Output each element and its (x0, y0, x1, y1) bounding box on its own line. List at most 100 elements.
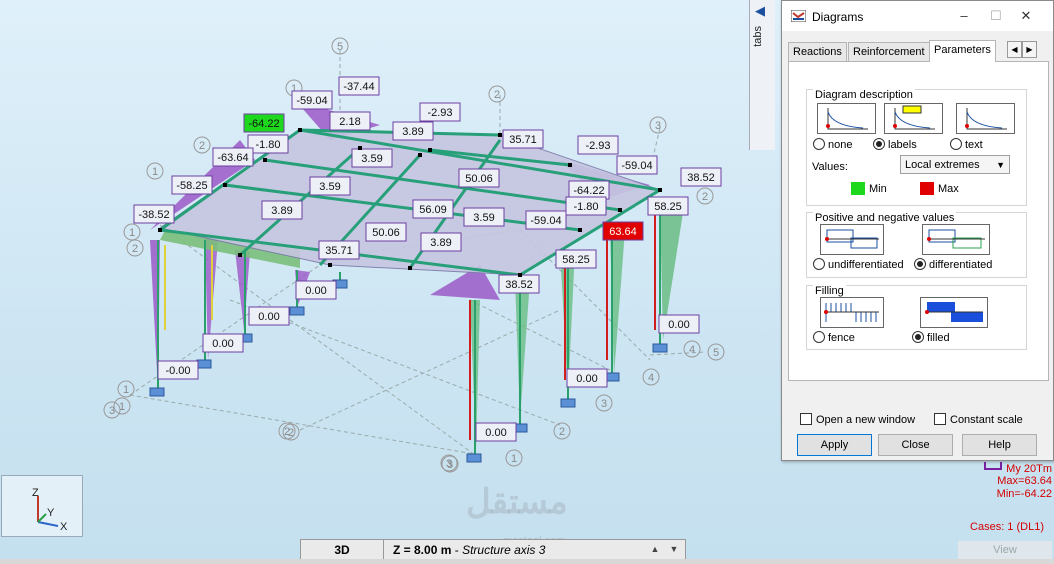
value-label-text: 0.00 (576, 373, 597, 385)
max-label: Max (938, 183, 959, 195)
value-label: 35.71 (318, 240, 360, 260)
diagrams-app-icon (791, 10, 806, 22)
value-label-text: -2.93 (585, 140, 610, 152)
axis-x-label: X (60, 521, 68, 533)
value-label-text: 0.00 (668, 319, 689, 331)
value-label-text: 3.89 (402, 126, 423, 138)
value-label: 3.89 (261, 200, 303, 220)
tab-scroll-right-icon[interactable]: ▶ (1022, 41, 1037, 58)
tab-reinforcement[interactable]: Reinforcement (848, 42, 930, 61)
axis-up-icon[interactable]: ▲ (648, 542, 662, 557)
desc-labels-picture[interactable] (884, 103, 943, 134)
value-label-text: 35.71 (325, 245, 353, 257)
watermark: مستقل (466, 483, 568, 521)
collapse-arrow-icon[interactable]: ◀ (755, 3, 765, 19)
radio-fence[interactable]: fence (813, 331, 855, 344)
filled-picture[interactable] (920, 297, 988, 328)
svg-text:4: 4 (689, 344, 695, 356)
close-window-button[interactable]: ✕ (1011, 5, 1041, 27)
radio-labels[interactable]: labels (873, 138, 917, 151)
grid-axis-marker: 2 (126, 239, 144, 257)
value-label-text: 3.59 (319, 181, 340, 193)
fence-picture[interactable] (820, 297, 884, 328)
value-label: 63.64 (602, 221, 644, 241)
value-label-text: 3.59 (473, 212, 494, 224)
grid-axis-marker: 5 (331, 37, 349, 55)
open-new-window-checkbox[interactable]: Open a new window (800, 413, 915, 426)
value-label: -64.22 (568, 180, 610, 200)
dialog-titlebar[interactable]: Diagrams – ☐ ✕ (782, 1, 1053, 31)
view-button[interactable]: View (958, 541, 1052, 559)
value-label-text: -59.04 (621, 160, 652, 172)
axis-readout: Z = 8.00 m - Structure axis 3 (393, 543, 546, 557)
apply-button[interactable]: Apply (797, 434, 872, 456)
value-label-text: 56.09 (419, 204, 447, 216)
value-label: 38.52 (498, 274, 540, 294)
min-color-swatch[interactable] (851, 182, 865, 195)
axis-z-label: Z (32, 487, 39, 499)
value-label-text: -64.22 (573, 185, 604, 197)
maximize-button[interactable]: ☐ (981, 5, 1011, 27)
value-label: 3.59 (463, 207, 505, 227)
desc-text-picture[interactable] (956, 103, 1015, 134)
value-label: 2.18 (329, 111, 371, 131)
grid-axis-marker: 1 (505, 449, 523, 467)
value-label: 0.00 (295, 280, 337, 300)
svg-text:3: 3 (655, 120, 661, 132)
radio-labels-circle (873, 138, 885, 150)
minimize-button[interactable]: – (949, 5, 979, 27)
help-button[interactable]: Help (962, 434, 1037, 456)
value-label-text: -64.22 (248, 118, 279, 130)
max-color-swatch[interactable] (920, 182, 934, 195)
bottom-strip (0, 559, 1054, 564)
value-label: 0.00 (475, 422, 517, 442)
value-label: 50.06 (458, 168, 500, 188)
grid-axis-marker: 3 (103, 401, 121, 419)
value-label: 58.25 (555, 249, 597, 269)
value-label: -1.80 (565, 196, 607, 216)
value-label-text: 50.06 (372, 227, 400, 239)
values-select[interactable]: Local extremes ▼ (900, 155, 1010, 174)
tabs-strip[interactable]: ◀ tabs (749, 0, 775, 150)
desc-none-picture[interactable] (817, 103, 876, 134)
moment-legend-icon (984, 462, 1003, 470)
value-label-text: 0.00 (305, 285, 326, 297)
value-label: 0.00 (658, 314, 700, 334)
value-label: 3.59 (351, 148, 393, 168)
differentiated-picture[interactable] (922, 224, 990, 255)
tab-parameters[interactable]: Parameters (929, 40, 996, 62)
radio-undifferentiated[interactable]: undifferentiated (813, 258, 904, 271)
tab-scroll-left-icon[interactable]: ◀ (1007, 41, 1022, 58)
svg-text:2: 2 (199, 140, 205, 152)
value-label: -0.00 (157, 360, 199, 380)
radio-filled[interactable]: filled (912, 331, 950, 344)
structure-model-view[interactable]: 51 22312121354234123123 -37.44-59.04-64.2… (0, 0, 750, 540)
radio-none[interactable]: none (813, 138, 852, 151)
value-label: 0.00 (566, 368, 608, 388)
value-label: -1.80 (247, 134, 289, 154)
undifferentiated-picture[interactable] (820, 224, 884, 255)
group-title: Positive and negative values (813, 212, 957, 224)
close-button[interactable]: Close (878, 434, 953, 456)
min-label: Min (869, 183, 887, 195)
grid-axis-marker: 3 (649, 116, 667, 134)
value-label-text: 38.52 (687, 172, 715, 184)
value-label: 0.00 (248, 306, 290, 326)
value-label-text: -37.44 (343, 81, 374, 93)
value-label-text: 38.52 (505, 279, 533, 291)
constant-scale-checkbox[interactable]: Constant scale (934, 413, 1023, 426)
diagrams-dialog: Diagrams – ☐ ✕ Reactions Reinforcement P… (781, 0, 1054, 461)
tab-reactions[interactable]: Reactions (788, 42, 847, 61)
radio-fence-circle (813, 331, 825, 343)
axis-down-icon[interactable]: ▼ (667, 542, 681, 557)
view-status-bar: 3D Z = 8.00 m - Structure axis 3 ▲ ▼ (300, 539, 686, 561)
radio-undifferentiated-circle (813, 258, 825, 270)
value-label: -59.04 (616, 155, 658, 175)
svg-text:4: 4 (648, 372, 654, 384)
view-mode-3d-button[interactable]: 3D (301, 540, 384, 560)
tabs-label: tabs (752, 26, 764, 47)
value-label-text: -1.80 (255, 139, 280, 151)
value-label: -63.64 (212, 147, 254, 167)
radio-text[interactable]: text (950, 138, 983, 151)
radio-differentiated[interactable]: differentiated (914, 258, 992, 271)
